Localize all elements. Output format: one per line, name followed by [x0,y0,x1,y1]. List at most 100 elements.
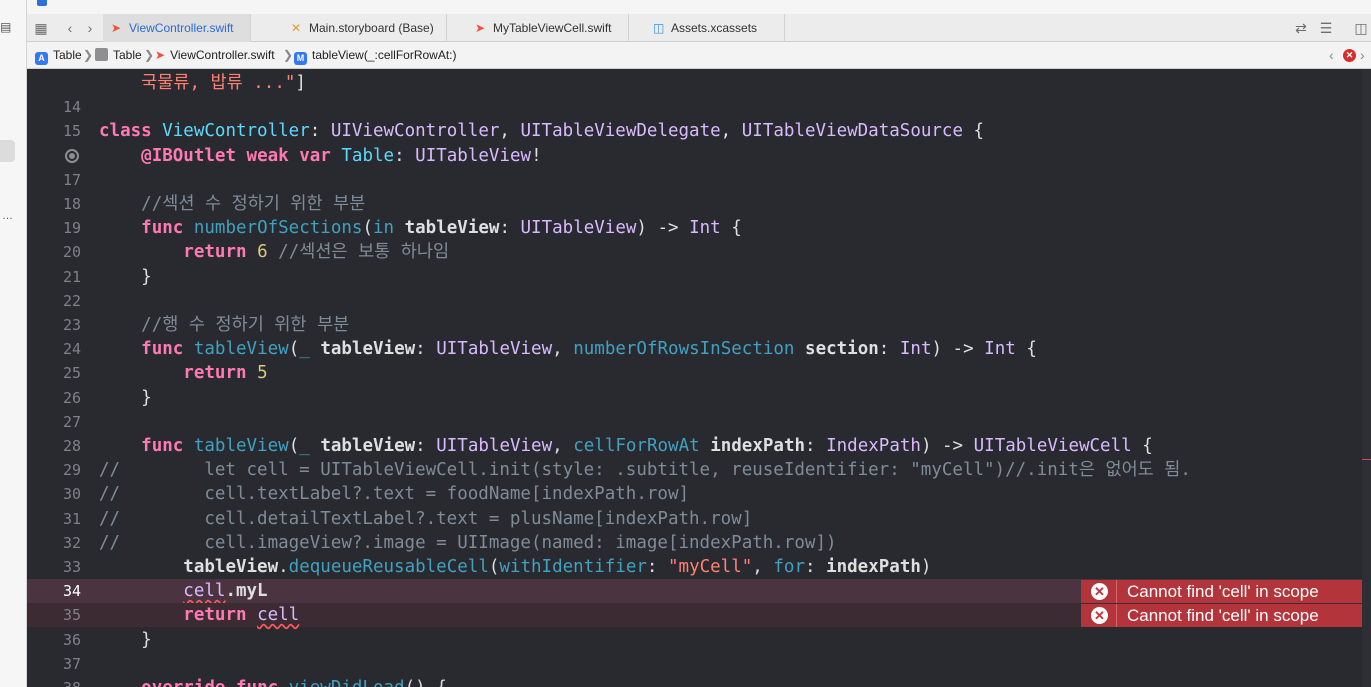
line-number[interactable]: 36 [27,628,81,652]
line-number[interactable]: 38 [27,676,81,687]
error-separator [1116,603,1117,627]
code-line[interactable]: 24 func tableView(_ tableView: UITableVi… [27,337,1371,361]
outlet-connection-icon[interactable] [65,148,79,163]
code-text: cell.myL [99,579,267,603]
tab-main-storyboard[interactable]: ✕ Main.storyboard (Base) [283,14,447,42]
back-chevron-icon[interactable]: ‹ [63,18,77,38]
line-number[interactable]: 32 [27,531,81,555]
line-number[interactable]: 17 [27,168,81,192]
code-line[interactable]: 19 func numberOfSections(in tableView: U… [27,216,1371,240]
tab-viewcontroller-swift[interactable]: ➤ ViewController.swift [103,14,251,42]
sidebar-toggle-icon[interactable]: ▤ [0,20,11,34]
breadcrumb-method[interactable]: MtableView(_:cellForRowAt:) [294,42,457,69]
code-token: tableView [183,557,279,577]
line-number[interactable]: 23 [27,313,81,337]
code-token: ( [362,218,373,239]
line-number[interactable]: 37 [27,652,81,676]
code-token: //행 수 정하기 위한 부분 [141,315,350,335]
code-line[interactable]: 25 return 5 [27,361,1371,385]
editor-scroll-edge[interactable] [1362,69,1371,687]
error-indicator-icon[interactable]: ✕ [1343,49,1356,62]
code-line[interactable]: 22 [27,289,1371,313]
code-line[interactable]: 33 tableView.dequeueReusableCell(withIde… [27,555,1371,579]
code-token: for [773,557,805,577]
refresh-icon[interactable]: ⇄ [1293,18,1309,38]
breadcrumb-folder[interactable]: Table [95,42,142,69]
line-number[interactable]: 33 [27,555,81,579]
code-line[interactable]: 15 class ViewController: UIViewController… [27,119,1371,143]
code-line[interactable]: 36 } [27,628,1371,652]
line-number[interactable]: 25 [27,361,81,385]
add-editor-icon[interactable]: ◫ [1353,18,1369,38]
code-text: //섹션 수 정하기 위한 부분 [99,192,365,216]
code-line[interactable]: 국물류, 밥류 ..."] [27,71,1371,95]
line-number[interactable]: 34 [27,579,81,603]
line-number[interactable]: 35 [27,603,81,627]
code-line[interactable]: 14 [27,95,1371,119]
code-line[interactable]: 21 } [27,265,1371,289]
code-token: , [720,121,742,142]
code-line[interactable]: 30 // cell.textLabel?.text = foodName[ind… [27,482,1371,506]
code-editor[interactable]: 국물류, 밥류 ..."] 14 15 class ViewController: U… [27,69,1371,687]
breadcrumb-file[interactable]: ➤ ViewController.swift [155,42,275,69]
code-token: ( [288,339,300,360]
tab-assets-xcassets[interactable]: ◫ Assets.xcassets [645,14,785,42]
line-number[interactable]: 22 [27,289,81,313]
code-token: withIdentifier [499,557,647,577]
code-line[interactable]: 18 //섹션 수 정하기 위한 부분 [27,192,1371,216]
code-line[interactable]: 26 } [27,386,1371,410]
line-number[interactable]: 18 [27,192,81,216]
code-token: UITableViewDataSource [741,121,964,142]
line-number[interactable]: 26 [27,386,81,410]
line-number[interactable]: 21 [27,265,81,289]
line-number[interactable]: 20 [27,240,81,264]
code-line[interactable]: 32 // cell.imageView?.image = UIImage(nam… [27,531,1371,555]
code-line[interactable]: 23 //행 수 정하기 위한 부분 [27,313,1371,337]
line-number[interactable]: 24 [27,337,81,361]
line-number[interactable]: 27 [27,410,81,434]
line-number[interactable]: 30 [27,482,81,506]
error-annotation[interactable]: ✕ Cannot find 'cell' in scope [1081,579,1363,603]
code-text: func tableView(_ tableView: UITableView,… [99,337,1037,361]
code-line[interactable]: 37 [27,652,1371,676]
code-line[interactable]: 31 // cell.detailTextLabel?.text = plusNa… [27,507,1371,531]
code-line[interactable]: 20 return 6 //섹션은 보통 하나임 [27,240,1371,264]
code-line[interactable]: 38 override func viewDidLoad() { [27,676,1371,687]
line-number[interactable]: 14 [27,95,81,119]
code-token: UITableViewCell [973,436,1132,456]
chevron-right-icon: ❯ [144,48,155,62]
code-line[interactable]: @IBOutlet weak var Table: UITableView! [27,144,1371,168]
error-annotation[interactable]: ✕ Cannot find 'cell' in scope [1081,603,1363,627]
line-number[interactable]: 28 [27,434,81,458]
issue-next-chevron-icon[interactable]: › [1360,42,1365,69]
code-line[interactable]: 29 // let cell = UITableViewCell.init(sty… [27,458,1371,482]
code-token: section [805,339,879,360]
navigator-strip: ▤ … [0,0,27,687]
line-number[interactable]: 31 [27,507,81,531]
line-number[interactable]: 19 [27,216,81,240]
code-token: 5 [257,363,268,384]
code-line[interactable]: 27 [27,410,1371,434]
storyboard-icon: ✕ [291,21,302,35]
code-line[interactable]: 28 func tableView(_ tableView: UITableVi… [27,434,1371,458]
breadcrumb-label: ViewController.swift [170,48,275,62]
editor-options-icon[interactable]: ☰ [1315,18,1337,38]
issue-prev-chevron-icon[interactable]: ‹ [1329,42,1334,69]
breadcrumb-project[interactable]: A Table [35,42,82,69]
error-separator [1116,579,1117,603]
code-token: ViewController [162,121,310,142]
grid-icon[interactable]: ▦ [33,18,49,38]
line-number[interactable]: 15 [27,119,81,143]
forward-chevron-icon[interactable]: › [83,18,97,38]
navigator-selection[interactable] [0,140,15,162]
tab-mytableviewcell-swift[interactable]: ➤ MyTableViewCell.swift [467,14,629,42]
code-token: : [394,145,416,166]
line-number[interactable]: 29 [27,458,81,482]
code-line[interactable]: 17 [27,168,1371,192]
